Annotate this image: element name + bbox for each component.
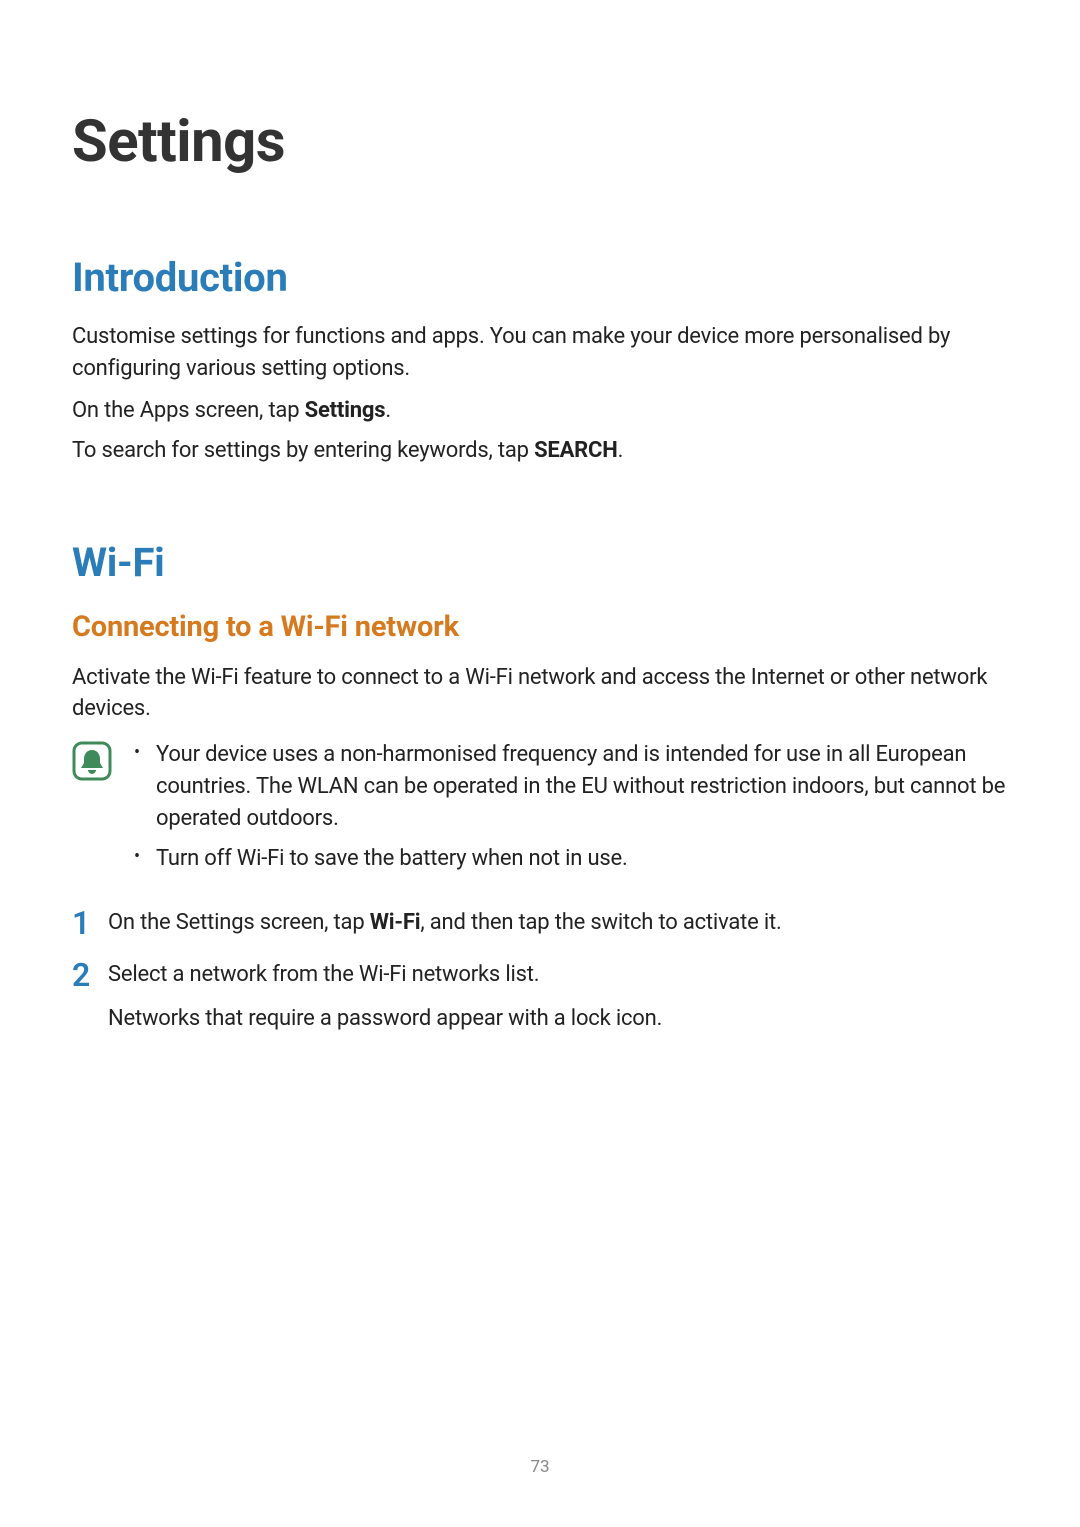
bullet-dot: • xyxy=(134,843,156,872)
wifi-heading: Wi-Fi xyxy=(72,539,1008,586)
note-bullet-2: Turn off Wi-Fi to save the battery when … xyxy=(156,843,1008,875)
step-body: Select a network from the Wi-Fi networks… xyxy=(108,959,1008,1035)
text-span: . xyxy=(618,438,624,463)
intro-section: Introduction Customise settings for func… xyxy=(72,254,1008,467)
intro-para-1: Customise settings for functions and app… xyxy=(72,321,1008,385)
text-span: . xyxy=(385,398,391,423)
note-block: • Your device uses a non-harmonised freq… xyxy=(72,739,1008,883)
note-bullet-1: Your device uses a non-harmonised freque… xyxy=(156,739,1008,835)
wifi-intro-text: Activate the Wi-Fi feature to connect to… xyxy=(72,662,1008,726)
intro-para-2: On the Apps screen, tap Settings. xyxy=(72,395,1008,427)
step-body: On the Settings screen, tap Wi-Fi, and t… xyxy=(108,907,1008,939)
text-span: On the Settings screen, tap xyxy=(108,910,370,935)
step-number-2: 2 xyxy=(72,959,108,991)
note-bullet-row: • Your device uses a non-harmonised freq… xyxy=(134,739,1008,835)
text-span: On the Apps screen, tap xyxy=(72,398,305,423)
bold-settings: Settings xyxy=(305,398,386,423)
step-2-text: Select a network from the Wi-Fi networks… xyxy=(108,959,1008,991)
bell-note-icon xyxy=(72,741,112,781)
bold-search: SEARCH xyxy=(534,438,618,463)
intro-heading: Introduction xyxy=(72,254,1008,301)
page-content: Settings Introduction Customise settings… xyxy=(0,0,1080,1035)
note-bullet-row: • Turn off Wi-Fi to save the battery whe… xyxy=(134,843,1008,875)
bold-wifi: Wi-Fi xyxy=(370,910,421,935)
note-content: • Your device uses a non-harmonised freq… xyxy=(134,739,1008,883)
text-span: To search for settings by entering keywo… xyxy=(72,438,534,463)
step-1-text: On the Settings screen, tap Wi-Fi, and t… xyxy=(108,907,1008,939)
note-icon xyxy=(72,741,120,785)
text-span: , and then tap the switch to activate it… xyxy=(420,910,781,935)
wifi-section: Wi-Fi Connecting to a Wi-Fi network Acti… xyxy=(72,539,1008,1035)
step-number-1: 1 xyxy=(72,907,108,939)
intro-para-3: To search for settings by entering keywo… xyxy=(72,435,1008,467)
step-2-subtext: Networks that require a password appear … xyxy=(108,1003,1008,1035)
step-row: 2 Select a network from the Wi-Fi networ… xyxy=(72,959,1008,1035)
step-row: 1 On the Settings screen, tap Wi-Fi, and… xyxy=(72,907,1008,939)
bullet-dot: • xyxy=(134,739,156,768)
page-number: 73 xyxy=(0,1457,1080,1477)
page-title: Settings xyxy=(72,108,1008,176)
wifi-sub-heading: Connecting to a Wi-Fi network xyxy=(72,610,1008,644)
